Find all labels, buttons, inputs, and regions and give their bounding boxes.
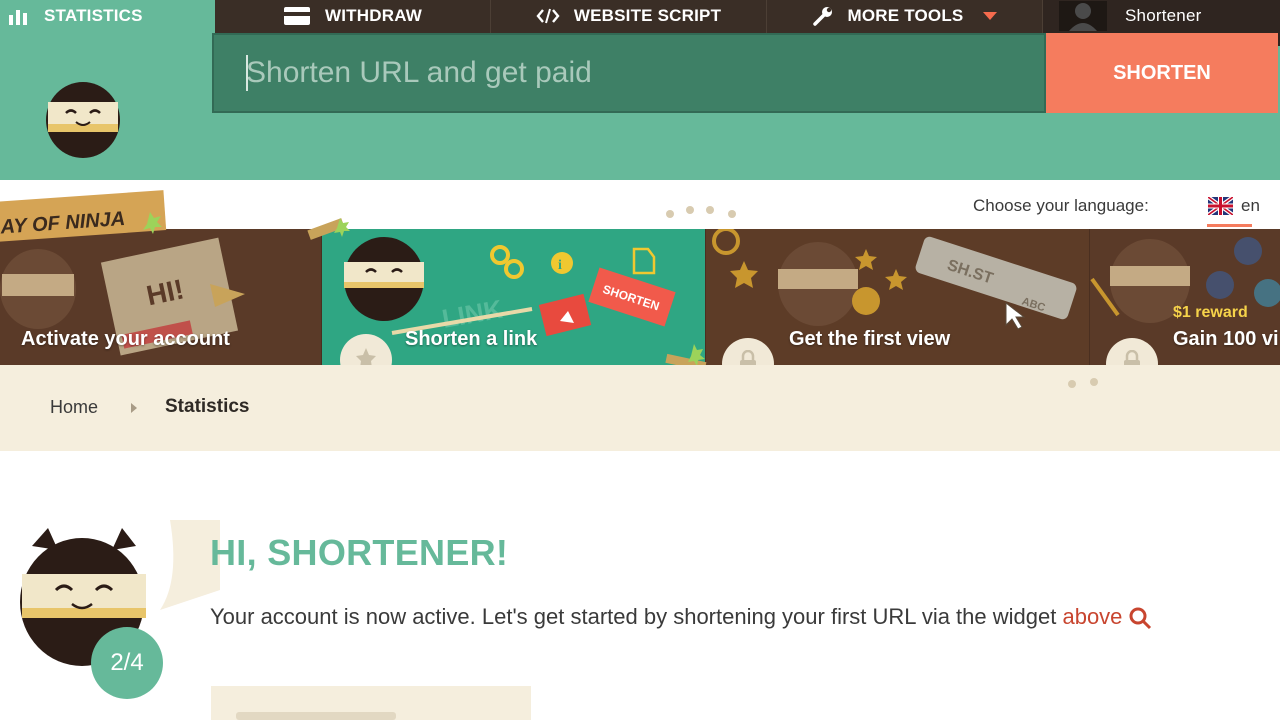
step-title-activate: Activate your account bbox=[21, 328, 230, 350]
search-icon bbox=[1129, 607, 1152, 630]
code-icon bbox=[536, 7, 560, 25]
carousel-dot[interactable] bbox=[1090, 378, 1098, 386]
breadcrumb-separator-icon bbox=[131, 403, 137, 413]
language-underline bbox=[1207, 224, 1252, 227]
breadcrumb: Home Statistics bbox=[0, 365, 1280, 451]
avatar bbox=[1059, 1, 1107, 31]
above-link[interactable]: above bbox=[1062, 604, 1122, 629]
nav-statistics-label: STATISTICS bbox=[44, 6, 143, 25]
text-caret bbox=[246, 55, 248, 91]
wrench-icon bbox=[812, 5, 834, 27]
welcome-title: HI, SHORTENER! bbox=[210, 532, 509, 573]
uk-flag-icon[interactable] bbox=[1208, 197, 1233, 215]
step-progress-badge: 2/4 bbox=[91, 627, 163, 699]
tutorial-strip: HI! Activate your account i SHORTEN LINK bbox=[0, 229, 1280, 365]
reward-label: $1 reward bbox=[1173, 304, 1248, 321]
nav-user-name: Shortener bbox=[1125, 6, 1202, 25]
wallet-icon bbox=[283, 6, 311, 26]
step-title-shorten: Shorten a link bbox=[405, 328, 538, 350]
carousel-dot[interactable] bbox=[666, 210, 674, 218]
language-row: Choose your language: en bbox=[0, 180, 1280, 230]
language-label: Choose your language: bbox=[973, 196, 1149, 215]
way-of-ninja-sign: AY OF NINJA bbox=[0, 190, 167, 243]
shorten-url-input[interactable] bbox=[212, 33, 1046, 113]
nav-more-tools-label: MORE TOOLS bbox=[847, 6, 964, 25]
step-title-gain-views: Gain 100 vi bbox=[1173, 328, 1279, 350]
sparkle-icon bbox=[307, 218, 350, 240]
nav-website-script-label: WEBSITE SCRIPT bbox=[573, 6, 722, 25]
nav-withdraw-label: WITHDRAW bbox=[325, 6, 422, 25]
carousel-dot[interactable] bbox=[706, 206, 714, 214]
breadcrumb-home[interactable]: Home bbox=[50, 397, 98, 418]
chevron-down-icon bbox=[983, 12, 998, 20]
step-title-first-view: Get the first view bbox=[789, 328, 951, 350]
bottom-card-text bbox=[236, 712, 396, 720]
nav-statistics[interactable]: STATISTICS bbox=[0, 0, 215, 46]
step-card-activate[interactable]: HI! Activate your account bbox=[0, 229, 322, 365]
bar-chart-icon bbox=[8, 7, 30, 25]
language-code[interactable]: en bbox=[1241, 196, 1260, 216]
carousel-dot[interactable] bbox=[1068, 380, 1076, 388]
shorten-button[interactable]: SHORTEN bbox=[1046, 33, 1278, 113]
welcome-text: Your account is now active. Let's get st… bbox=[210, 604, 1152, 630]
carousel-dot[interactable] bbox=[686, 206, 694, 214]
carousel-dot[interactable] bbox=[728, 210, 736, 218]
svg-text:i: i bbox=[558, 258, 562, 273]
ninja-logo[interactable] bbox=[44, 78, 122, 158]
welcome-message: Your account is now active. Let's get st… bbox=[210, 604, 1063, 629]
breadcrumb-current: Statistics bbox=[165, 396, 250, 417]
